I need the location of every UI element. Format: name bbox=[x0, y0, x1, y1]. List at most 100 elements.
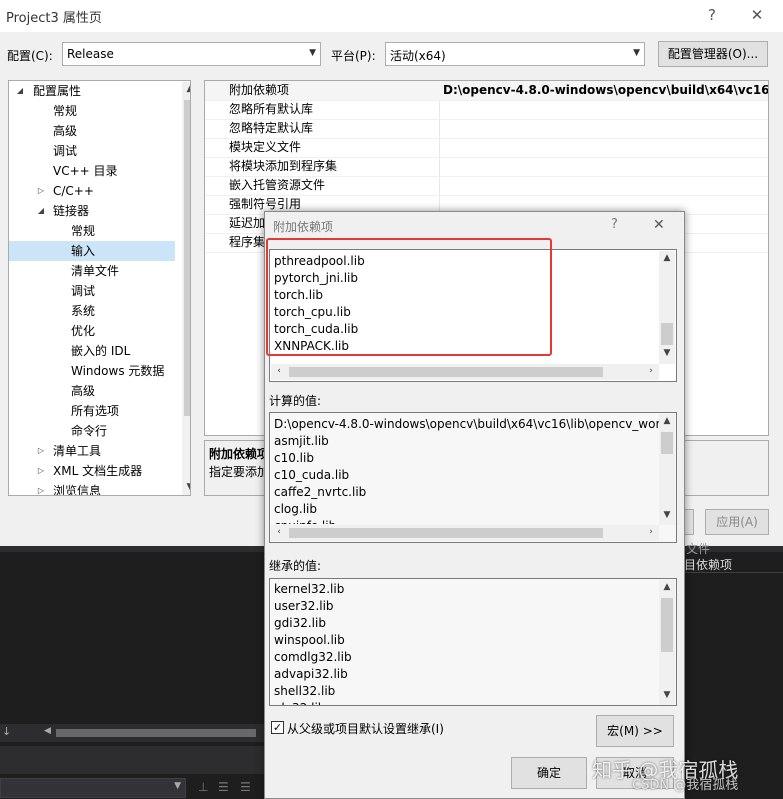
horizontal-scrollbar[interactable]: ‹ › bbox=[271, 525, 659, 541]
toolbar-icon[interactable]: ⊥ bbox=[198, 780, 208, 794]
scroll-down-icon[interactable]: ▼ bbox=[659, 510, 675, 520]
scroll-thumb[interactable] bbox=[661, 323, 673, 345]
tree-item-label: 常规 bbox=[53, 104, 78, 118]
grid-row[interactable]: 嵌入托管资源文件 bbox=[205, 176, 768, 196]
scroll-thumb[interactable] bbox=[289, 528, 603, 538]
highlight-box bbox=[266, 238, 552, 356]
tree-item-linker-optimization[interactable]: 优化 bbox=[9, 321, 175, 341]
scroll-up-icon[interactable]: ▲ bbox=[659, 253, 675, 263]
bg-text-file: 文件 bbox=[686, 542, 711, 556]
scroll-down-icon[interactable]: ▼ bbox=[659, 690, 675, 700]
list-item: winspool.lib bbox=[274, 633, 345, 647]
collapse-icon[interactable]: ◢ bbox=[36, 201, 46, 221]
property-value[interactable]: D:\opencv-4.8.0-windows\opencv\build\x64… bbox=[443, 81, 768, 100]
tree-item-general[interactable]: 常规 bbox=[9, 101, 175, 121]
expand-icon[interactable]: ▷ bbox=[36, 461, 46, 481]
config-select[interactable]: Release ▼ bbox=[62, 42, 321, 66]
tree-item-linker-idl[interactable]: 嵌入的 IDL bbox=[9, 341, 175, 361]
property-name: 程序集 bbox=[229, 235, 266, 249]
tree-item-advanced[interactable]: 高级 bbox=[9, 121, 175, 141]
toolbar-icon[interactable]: ☰ bbox=[218, 780, 229, 794]
help-icon[interactable]: ? bbox=[697, 4, 727, 26]
close-icon[interactable]: ✕ bbox=[653, 217, 665, 233]
scroll-thumb[interactable] bbox=[56, 729, 256, 737]
property-name: 忽略特定默认库 bbox=[229, 121, 314, 135]
tree-item-vc-directories[interactable]: VC++ 目录 bbox=[9, 161, 175, 181]
horizontal-scrollbar[interactable]: ‹ › bbox=[271, 364, 659, 380]
tree-item-manifest-tool[interactable]: ▷ 清单工具 bbox=[9, 441, 175, 461]
tree-item-linker[interactable]: ◢ 链接器 bbox=[9, 201, 175, 221]
tree-item-linker-winmd[interactable]: Windows 元数据 bbox=[9, 361, 175, 381]
tree-item-linker-system[interactable]: 系统 bbox=[9, 301, 175, 321]
tree-item-linker-advanced[interactable]: 高级 bbox=[9, 381, 175, 401]
tree-item-linker-command-line[interactable]: 命令行 bbox=[9, 421, 175, 441]
tree-item-label: 嵌入的 IDL bbox=[71, 344, 131, 358]
property-name: 模块定义文件 bbox=[229, 140, 302, 154]
inherit-checkbox-label[interactable]: 从父级或项目默认设置继承(I) bbox=[287, 720, 444, 737]
tree-item-label: 调试 bbox=[53, 144, 78, 158]
list-item: advapi32.lib bbox=[274, 667, 348, 681]
scroll-right-icon[interactable]: › bbox=[643, 527, 659, 537]
scroll-up-icon[interactable]: ▲ bbox=[659, 582, 675, 592]
scroll-thumb[interactable] bbox=[184, 100, 190, 416]
vertical-scrollbar[interactable]: ▲ ▼ bbox=[659, 414, 675, 525]
grid-row[interactable]: 忽略所有默认库 bbox=[205, 100, 768, 120]
list-item: asmjit.lib bbox=[274, 434, 329, 448]
scroll-left-icon[interactable]: ‹ bbox=[271, 527, 287, 537]
scroll-right-icon[interactable]: › bbox=[643, 366, 659, 376]
vertical-scrollbar[interactable]: ▲ ▼ bbox=[659, 580, 675, 705]
ok-button[interactable]: 确定 bbox=[511, 757, 587, 789]
ide-combo[interactable]: ▼ bbox=[0, 778, 186, 798]
tree-item-label: 清单文件 bbox=[71, 264, 120, 278]
scroll-up-icon[interactable]: ▲ bbox=[182, 84, 190, 94]
expand-icon[interactable]: ◢ bbox=[15, 81, 25, 101]
toolbar-icon[interactable]: ☰ bbox=[240, 780, 251, 794]
grid-row[interactable]: 附加依赖项 D:\opencv-4.8.0-windows\opencv\bui… bbox=[205, 81, 768, 101]
scroll-down-icon[interactable]: ▼ bbox=[182, 482, 190, 492]
tree-item-cpp[interactable]: ▷ C/C++ bbox=[9, 181, 175, 201]
scroll-thumb[interactable] bbox=[661, 432, 673, 454]
grid-row[interactable]: 忽略特定默认库 bbox=[205, 119, 768, 139]
tree-scrollbar[interactable]: ▲ ▼ bbox=[182, 82, 190, 495]
scroll-thumb[interactable] bbox=[289, 367, 603, 377]
inherit-checkbox[interactable]: ✓ bbox=[271, 721, 284, 734]
tree-item-browse-info[interactable]: ▷ 浏览信息 bbox=[9, 481, 175, 495]
tree-item-config-properties[interactable]: ◢ 配置属性 bbox=[9, 81, 175, 101]
tree-item-label: 清单工具 bbox=[53, 444, 102, 458]
tree-item-linker-manifest[interactable]: 清单文件 bbox=[9, 261, 175, 281]
tree-item-label: 链接器 bbox=[53, 204, 90, 218]
ide-toolbar-icons: ⊥ ☰ ☰ bbox=[194, 778, 264, 798]
expand-icon[interactable]: ▷ bbox=[36, 441, 46, 461]
chevron-down-icon[interactable]: ▼ bbox=[174, 781, 181, 791]
tree-item-linker-input[interactable]: 输入 bbox=[9, 241, 175, 261]
vertical-scrollbar[interactable]: ▲ ▼ bbox=[659, 251, 675, 364]
window-title: Project3 属性页 bbox=[6, 11, 102, 26]
help-icon[interactable]: ? bbox=[611, 217, 618, 232]
scroll-left-icon[interactable]: ‹ bbox=[271, 366, 287, 376]
macro-button[interactable]: 宏(M) >> bbox=[596, 715, 674, 747]
grid-row[interactable]: 模块定义文件 bbox=[205, 138, 768, 158]
tree-item-label: 所有选项 bbox=[71, 404, 120, 418]
tree-item-debugging[interactable]: 调试 bbox=[9, 141, 175, 161]
platform-select[interactable]: 活动(x64) ▼ bbox=[385, 42, 645, 66]
expand-icon[interactable]: ▷ bbox=[36, 481, 46, 495]
scroll-left-icon[interactable]: ◀ bbox=[44, 726, 51, 736]
tree-item-linker-all-options[interactable]: 所有选项 bbox=[9, 401, 175, 421]
apply-button[interactable]: 应用(A) bbox=[705, 509, 769, 535]
scroll-down-icon[interactable]: ▼ bbox=[659, 348, 675, 358]
platform-label: 平台(P): bbox=[331, 49, 376, 63]
close-icon[interactable]: ✕ bbox=[742, 4, 772, 26]
tree-item-linker-general[interactable]: 常规 bbox=[9, 221, 175, 241]
description-title: 附加依赖项 bbox=[209, 447, 270, 461]
config-manager-button[interactable]: 配置管理器(O)... bbox=[658, 41, 768, 67]
tree-item-linker-debugging[interactable]: 调试 bbox=[9, 281, 175, 301]
list-item: gdi32.lib bbox=[274, 616, 326, 630]
scroll-up-icon[interactable]: ▲ bbox=[659, 416, 675, 426]
ide-hscrollbar[interactable]: ↓ ◀ bbox=[0, 724, 264, 742]
config-value: Release bbox=[67, 47, 114, 61]
scroll-thumb[interactable] bbox=[661, 598, 673, 652]
grid-row[interactable]: 将模块添加到程序集 bbox=[205, 157, 768, 177]
expand-icon[interactable]: ▷ bbox=[36, 181, 46, 201]
tree-item-xml-doc[interactable]: ▷ XML 文档生成器 bbox=[9, 461, 175, 481]
arrow-down-icon[interactable]: ↓ bbox=[2, 725, 11, 738]
